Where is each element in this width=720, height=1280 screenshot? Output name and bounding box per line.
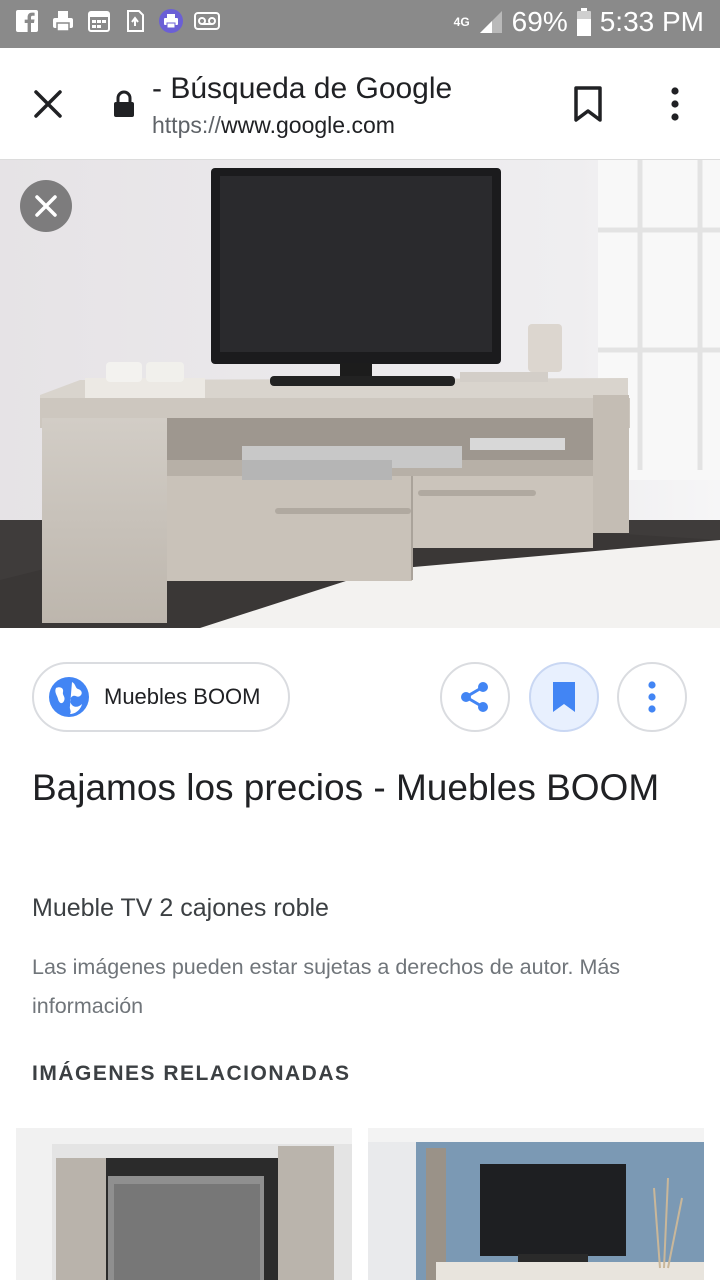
url-scheme: https:// [152, 112, 222, 138]
bookmark-icon[interactable] [570, 84, 606, 124]
related-images-heading: IMÁGENES RELACIONADAS [32, 1062, 351, 1085]
url-host: www.google.com [221, 112, 395, 138]
system-status: 4G 69% 5:33 PM [454, 6, 704, 38]
related-image-2[interactable] [368, 1128, 704, 1280]
share-icon [461, 682, 488, 712]
recycle-icon [122, 8, 148, 34]
lock-icon[interactable] [112, 90, 136, 118]
facebook-icon [14, 8, 40, 34]
share-button[interactable] [440, 662, 510, 732]
status-bar: 4G 69% 5:33 PM [0, 0, 720, 48]
close-icon [35, 195, 57, 217]
clock: 5:33 PM [599, 6, 704, 37]
bookmark-filled-icon [553, 682, 575, 712]
notification-icons [14, 8, 220, 34]
battery-percent: 69% [511, 6, 568, 37]
browser-toolbar: - Búsqueda de Google https://www.google.… [0, 48, 720, 160]
printer-icon [50, 8, 76, 34]
url-text[interactable]: https://www.google.com [152, 112, 395, 139]
signal-icon [479, 11, 502, 33]
source-chip[interactable]: Muebles BOOM [32, 662, 290, 732]
globe-icon [48, 676, 90, 718]
close-tab-icon[interactable] [26, 82, 70, 126]
result-subtitle: Mueble TV 2 cajones roble [32, 894, 329, 922]
printer-badge-icon [158, 8, 184, 34]
overflow-menu-icon[interactable] [660, 84, 690, 124]
copyright-notice: Las imágenes pueden estar sujetas a dere… [32, 948, 702, 1026]
source-label: Muebles BOOM [104, 684, 261, 709]
calendar-icon [86, 8, 112, 34]
more-options-button[interactable] [617, 662, 687, 732]
voicemail-icon [194, 8, 220, 34]
related-image-1[interactable] [16, 1128, 352, 1280]
page-title-bar: - Búsqueda de Google [152, 72, 453, 105]
network-type: 4G [453, 15, 470, 29]
save-button[interactable] [529, 662, 599, 732]
preview-image[interactable] [0, 160, 720, 628]
copyright-text: Las imágenes pueden estar sujetas a dere… [32, 955, 574, 979]
result-title[interactable]: Bajamos los precios - Muebles BOOM [32, 758, 682, 818]
close-preview-button[interactable] [20, 180, 72, 232]
battery-icon [576, 8, 591, 36]
more-vert-icon [648, 681, 656, 713]
